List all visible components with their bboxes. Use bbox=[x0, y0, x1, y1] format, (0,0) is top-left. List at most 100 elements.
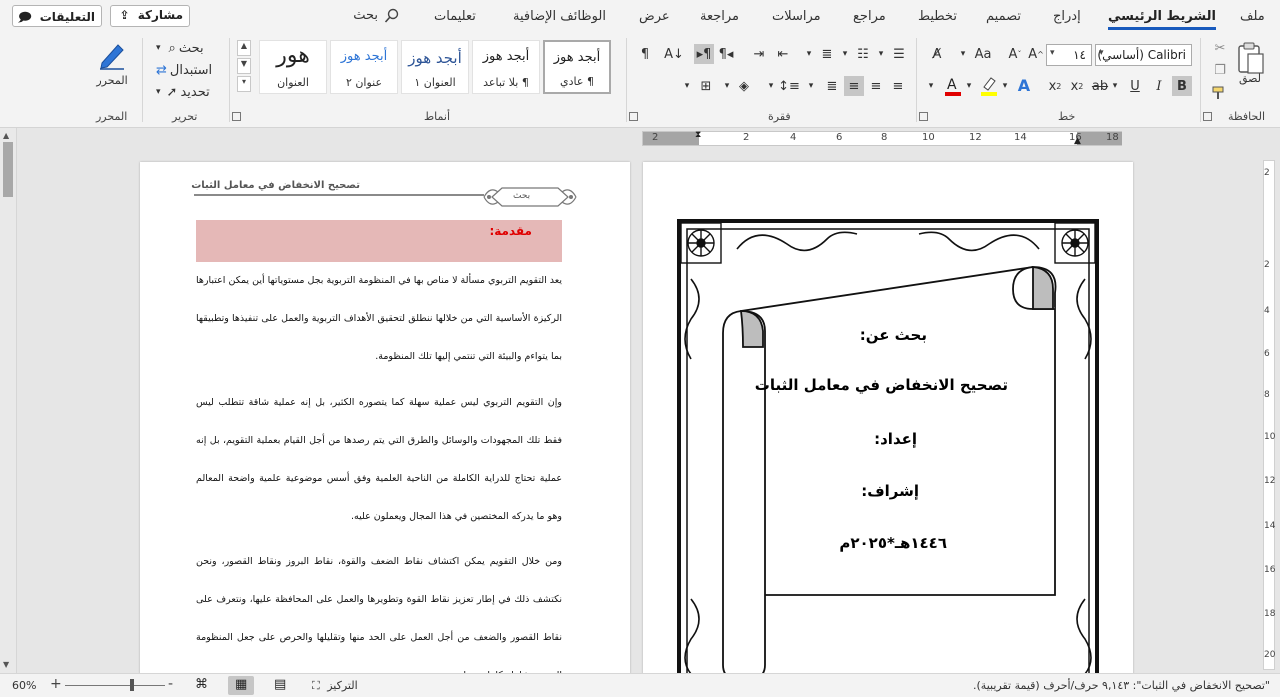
subscript-icon[interactable]: x2 bbox=[1068, 76, 1086, 96]
cover-page[interactable]: بحث عن: تصحيح الانخفاض في معامل الثبات إ… bbox=[643, 162, 1133, 674]
print-layout-button[interactable]: ▦ bbox=[228, 676, 254, 695]
italic-icon[interactable]: I bbox=[1150, 76, 1168, 96]
multilevel-list-icon[interactable]: ≣ bbox=[816, 44, 838, 64]
font-name-box[interactable]: Calibri (أساسي) ▾ bbox=[1095, 44, 1192, 66]
scroll-thumb[interactable] bbox=[3, 142, 13, 197]
select-button[interactable]: تحديد ➚ ▾ bbox=[156, 82, 218, 102]
tab-home[interactable]: الشريط الرئيسي bbox=[1108, 9, 1216, 30]
word-count-status[interactable]: "تصحيح الانخفاض في الثبات": ٩,١٤٣ حرف/أح… bbox=[973, 679, 1270, 692]
shading-icon[interactable]: ◈ bbox=[734, 76, 754, 96]
vertical-scrollbar[interactable]: ▲ ▼ bbox=[0, 128, 17, 673]
copy-icon[interactable]: ❐ bbox=[1212, 62, 1228, 78]
line-spacing-icon[interactable]: ↕≡ bbox=[778, 76, 800, 96]
style-no-spacing[interactable]: أبجد هوز ¶ بلا تباعد bbox=[472, 40, 540, 94]
highlight-icon[interactable] bbox=[978, 74, 1000, 98]
change-case-icon[interactable]: Aa bbox=[972, 44, 994, 64]
tab-insert[interactable]: إدراج bbox=[1053, 9, 1081, 24]
scroll-up-icon[interactable]: ▲ bbox=[3, 131, 9, 140]
tab-references[interactable]: مراجع bbox=[853, 9, 886, 24]
tab-layout[interactable]: تخطيط bbox=[918, 9, 957, 24]
show-marks-icon[interactable]: ¶ bbox=[636, 44, 654, 64]
chevron-down-icon[interactable]: ▾ bbox=[964, 76, 974, 96]
ltr-direction-icon[interactable]: ▸¶ bbox=[694, 44, 714, 64]
strikethrough-icon[interactable]: ab bbox=[1090, 76, 1110, 96]
bold-icon[interactable]: B bbox=[1172, 76, 1192, 96]
document-page[interactable]: تصحيح الانخفاض في معامل الثبات بحث مقدمة… bbox=[140, 162, 630, 674]
chevron-down-icon[interactable]: ▾ bbox=[806, 76, 816, 96]
paragraph-launcher-icon[interactable] bbox=[629, 112, 638, 121]
chevron-down-icon[interactable]: ▾ bbox=[958, 44, 968, 64]
rtl-direction-icon[interactable]: ¶◂ bbox=[716, 44, 736, 64]
style-title[interactable]: هور العنوان bbox=[259, 40, 327, 94]
sort-icon[interactable]: A↓ bbox=[664, 44, 684, 64]
format-painter-icon[interactable] bbox=[1210, 84, 1228, 102]
share-button[interactable]: مشاركة ⇪ bbox=[110, 5, 190, 27]
divider bbox=[626, 38, 627, 122]
chevron-down-icon[interactable]: ▾ bbox=[804, 44, 814, 64]
focus-button[interactable]: التركيز ⛶ bbox=[312, 679, 358, 693]
tab-design[interactable]: تصميم bbox=[986, 9, 1021, 24]
indent-marker-icon[interactable]: ⧗ bbox=[695, 130, 701, 140]
style-heading-1[interactable]: أبجد هوز العنوان ١ bbox=[401, 40, 469, 94]
chevron-down-icon[interactable]: ▾ bbox=[926, 76, 936, 96]
tab-mailings[interactable]: مراسلات bbox=[772, 9, 821, 24]
zoom-slider-thumb[interactable] bbox=[130, 679, 134, 691]
print-layout-icon: ▦ bbox=[235, 677, 248, 692]
bullets-icon[interactable]: ☰ bbox=[888, 44, 910, 64]
find-button[interactable]: بحث ⌕ ▾ bbox=[156, 38, 218, 58]
chevron-down-icon[interactable]: ▾ bbox=[722, 76, 732, 96]
editor-icon[interactable] bbox=[94, 38, 130, 72]
shrink-font-icon[interactable]: Aˇ bbox=[1006, 44, 1024, 64]
chevron-down-icon[interactable]: ▾ bbox=[1110, 76, 1120, 96]
scroll-down-icon[interactable]: ▼ bbox=[3, 660, 9, 669]
chevron-down-icon[interactable]: ▾ bbox=[766, 76, 776, 96]
zoom-slider-track[interactable] bbox=[65, 685, 165, 686]
group-clipboard-label: الحافظة bbox=[1228, 110, 1266, 123]
zoom-level[interactable]: 60% bbox=[12, 679, 36, 692]
tab-help[interactable]: تعليمات bbox=[434, 9, 476, 24]
align-right-icon[interactable]: ≡ bbox=[888, 76, 908, 96]
tab-view[interactable]: عرض bbox=[639, 9, 670, 24]
font-size-box[interactable]: ١٤ ▾ bbox=[1046, 44, 1092, 66]
tab-addins[interactable]: الوظائف الإضافية bbox=[513, 9, 606, 24]
clipboard-launcher-icon[interactable] bbox=[1203, 112, 1212, 121]
superscript-icon[interactable]: x2 bbox=[1046, 76, 1064, 96]
justify-icon[interactable]: ≣ bbox=[822, 76, 842, 96]
zoom-out-button[interactable]: - bbox=[168, 676, 173, 692]
font-color-icon[interactable]: A bbox=[942, 74, 964, 98]
web-layout-button[interactable]: ⌘ bbox=[188, 676, 214, 695]
style-normal[interactable]: أبجد هوز ¶ عادي bbox=[543, 40, 611, 94]
grow-font-icon[interactable]: A ^ bbox=[1028, 44, 1044, 64]
gallery-more-icon[interactable]: ▾ bbox=[237, 76, 251, 92]
cut-icon[interactable]: ✂ bbox=[1212, 40, 1228, 56]
divider bbox=[142, 38, 143, 122]
clear-formatting-icon[interactable]: A̸ bbox=[926, 44, 948, 64]
text-effects-icon[interactable]: A bbox=[1012, 74, 1036, 96]
numbering-icon[interactable]: ☷ bbox=[852, 44, 874, 64]
replace-button[interactable]: استبدال ⇄ bbox=[156, 60, 218, 80]
comments-button[interactable]: التعليقات 🗩 bbox=[12, 5, 102, 27]
read-mode-button[interactable]: ▤ bbox=[268, 676, 294, 695]
style-heading-2[interactable]: أبجد هوز عنوان ٢ bbox=[330, 40, 398, 94]
decrease-indent-icon[interactable]: ⇤ bbox=[772, 44, 794, 64]
gallery-down-icon[interactable]: ▼ bbox=[237, 58, 251, 74]
chevron-down-icon[interactable]: ▾ bbox=[682, 76, 692, 96]
align-left-icon[interactable]: ≡ bbox=[844, 76, 864, 96]
horizontal-ruler[interactable]: 18 16 14 12 10 8 6 4 2 2 ⧗ ▲ bbox=[642, 130, 1122, 146]
indent-marker-icon[interactable]: ▲ bbox=[1074, 136, 1081, 146]
borders-icon[interactable]: ⊞ bbox=[696, 76, 716, 96]
svg-text:A: A bbox=[947, 77, 957, 93]
chevron-down-icon[interactable]: ▾ bbox=[876, 44, 886, 64]
chevron-down-icon[interactable]: ▾ bbox=[1000, 76, 1010, 96]
ribbon-search[interactable]: بحث bbox=[340, 8, 400, 26]
styles-launcher-icon[interactable] bbox=[232, 112, 241, 121]
zoom-in-button[interactable]: + bbox=[50, 676, 62, 692]
chevron-down-icon[interactable]: ▾ bbox=[840, 44, 850, 64]
align-center-icon[interactable]: ≡ bbox=[866, 76, 886, 96]
gallery-up-icon[interactable]: ▲ bbox=[237, 40, 251, 56]
increase-indent-icon[interactable]: ⇥ bbox=[748, 44, 770, 64]
tab-review[interactable]: مراجعة bbox=[700, 9, 739, 24]
underline-icon[interactable]: U bbox=[1126, 76, 1144, 96]
tab-file[interactable]: ملف bbox=[1240, 9, 1265, 24]
font-launcher-icon[interactable] bbox=[919, 112, 928, 121]
